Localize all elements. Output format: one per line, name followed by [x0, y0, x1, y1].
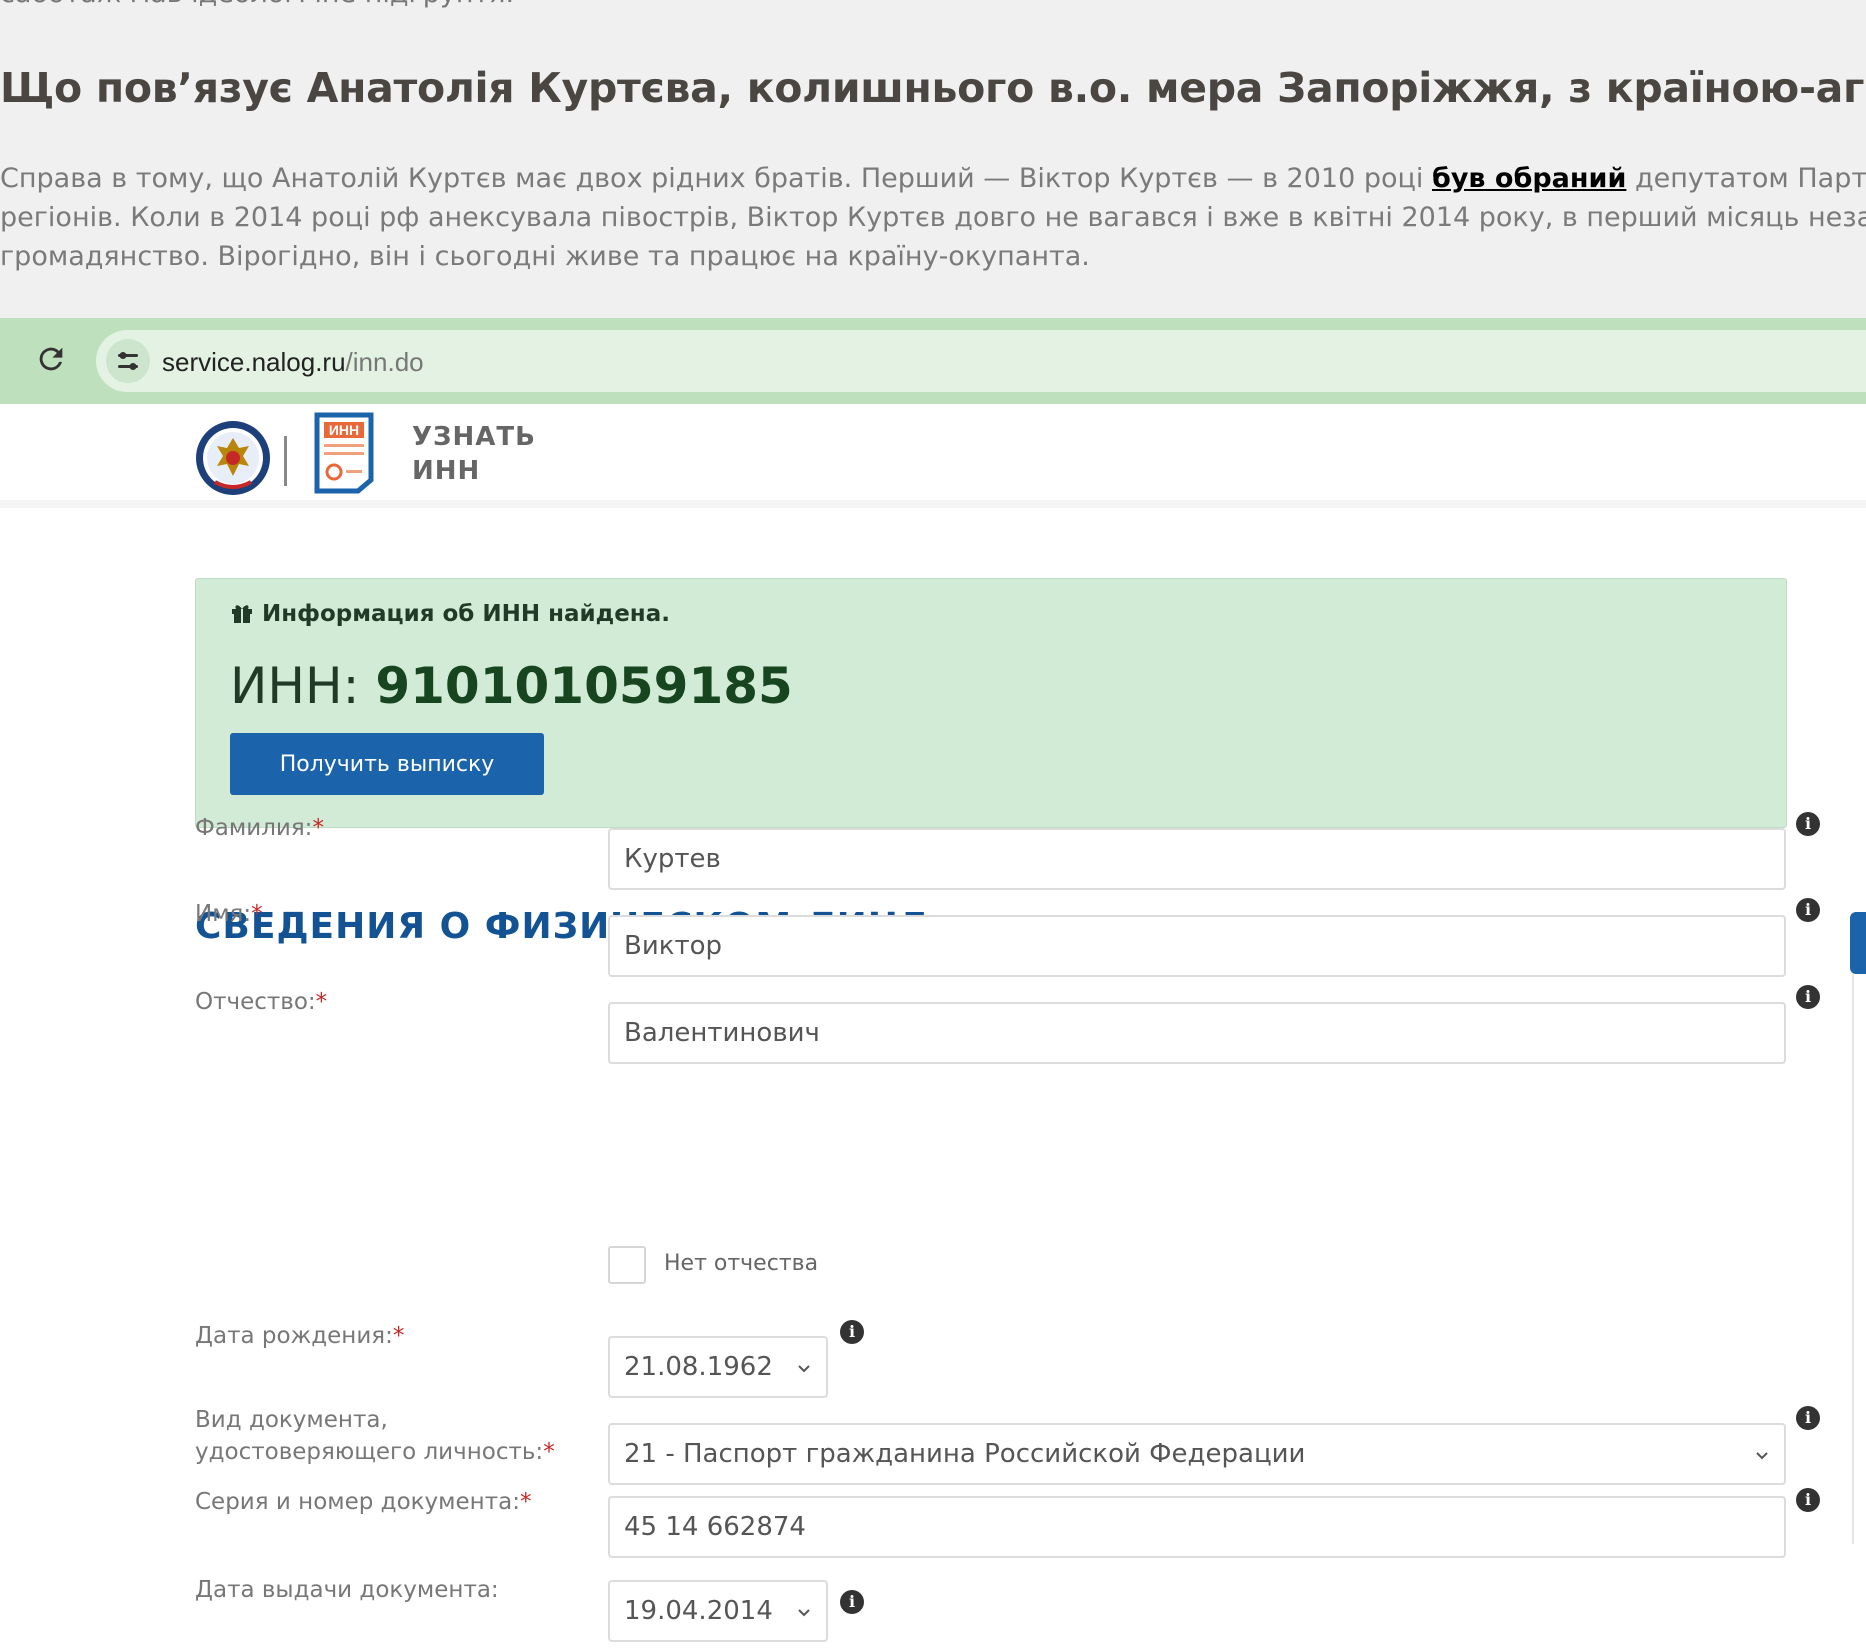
article-paragraph-line-1: Справа в тому, що Анатолій Куртєв має дв…: [0, 159, 1866, 199]
para-text: депутатом Партії: [1626, 163, 1866, 194]
label-text: Имя:: [195, 901, 252, 927]
required-mark: *: [312, 815, 324, 841]
doc-number-info-icon[interactable]: i: [1796, 1488, 1820, 1512]
name-info-icon[interactable]: i: [1796, 898, 1820, 922]
brand-line-1: УЗНАТЬ: [412, 422, 536, 452]
label-line-1: Вид документа,: [195, 1407, 388, 1433]
no-patronymic-checkbox[interactable]: [608, 1246, 646, 1284]
required-mark: *: [543, 1439, 555, 1465]
doc-type-select[interactable]: 21 - Паспорт гражданина Российской Федер…: [608, 1423, 1786, 1485]
inn-logo-graphic: ИНН: [314, 412, 374, 494]
patronymic-field[interactable]: Валентинович: [608, 1002, 1786, 1064]
article-paragraph-line-3: громадянство. Вірогідно, він і сьогодні …: [0, 241, 1090, 272]
browser-toolbar: service.nalog.ru/inn.do: [0, 318, 1866, 404]
birth-date-label: Дата рождения:*: [195, 1320, 404, 1352]
gift-icon: [232, 605, 252, 623]
article-paragraph-line-2: регіонів. Коли в 2014 році рф анексувала…: [0, 202, 1866, 233]
label-text: Отчество:: [195, 989, 316, 1015]
url-text: service.nalog.ru/inn.do: [162, 347, 424, 378]
label-text: Серия и номер документа:: [195, 1489, 520, 1515]
issue-date-info-icon[interactable]: i: [840, 1590, 864, 1614]
chevron-down-icon: [798, 1609, 810, 1617]
patronymic-label: Отчество:*: [195, 986, 327, 1018]
doc-number-field[interactable]: 45 14 662874: [608, 1496, 1786, 1558]
article-heading: Що пов’язує Анатолія Куртєва, колишнього…: [0, 64, 1866, 112]
patronymic-info-icon[interactable]: i: [1796, 985, 1820, 1009]
emblem-icon: [196, 421, 270, 495]
para-text: Справа в тому, що Анатолій Куртєв має дв…: [0, 163, 1432, 194]
issue-date-select[interactable]: 19.04.2014: [608, 1580, 828, 1642]
issue-date-value: 19.04.2014: [624, 1596, 773, 1626]
name-field[interactable]: Виктор: [608, 915, 1786, 977]
birth-date-info-icon[interactable]: i: [840, 1320, 864, 1344]
inn-label: ИНН:: [230, 657, 376, 715]
get-extract-button[interactable]: Получить выписку: [230, 733, 544, 795]
surname-info-icon[interactable]: i: [1796, 812, 1820, 836]
doc-type-info-icon[interactable]: i: [1796, 1406, 1820, 1430]
doc-type-label: Вид документа, удостоверяющего личность:…: [195, 1404, 555, 1468]
side-border: [1852, 974, 1854, 1544]
doc-number-label: Серия и номер документа:*: [195, 1486, 531, 1518]
required-mark: *: [251, 901, 263, 927]
address-bar[interactable]: service.nalog.ru/inn.do: [96, 330, 1866, 392]
no-patronymic-label[interactable]: Нет отчества: [664, 1251, 818, 1276]
label-line-2: удостоверяющего личность:*: [195, 1436, 555, 1468]
inn-logo-icon: ИНН: [314, 412, 374, 494]
birth-date-value: 21.08.1962: [624, 1352, 773, 1382]
elected-link[interactable]: був обраний: [1432, 163, 1626, 194]
label-text: Фамилия:: [195, 815, 313, 841]
required-mark: *: [315, 989, 328, 1015]
required-mark: *: [392, 1323, 405, 1349]
tune-icon[interactable]: [106, 339, 150, 383]
side-tab[interactable]: [1850, 912, 1866, 974]
article-cut-line: саботаж мав ідеологічне підґрунтя.: [0, 0, 514, 9]
inn-found-panel: Информация об ИНН найдена. ИНН: 91010105…: [195, 578, 1787, 828]
label-text: Дата рождения:: [195, 1323, 393, 1349]
name-label: Имя:*: [195, 898, 263, 930]
url-path: /inn.do: [345, 347, 424, 377]
reload-icon[interactable]: [34, 342, 68, 376]
surname-label: Фамилия:*: [195, 812, 324, 844]
inn-number: 910101059185: [375, 657, 793, 715]
site-brand: УЗНАТЬ ИНН: [412, 420, 536, 488]
brand-line-2: ИНН: [412, 456, 481, 486]
required-mark: *: [519, 1489, 532, 1515]
found-text: Информация об ИНН найдена.: [262, 601, 670, 627]
embedded-screenshot: service.nalog.ru/inn.do ИНН УЗНАТЬ ИНН И…: [0, 318, 1866, 1650]
inn-found-message: Информация об ИНН найдена.: [230, 601, 670, 627]
header-divider: [284, 436, 287, 486]
inn-logo-text: ИНН: [329, 422, 359, 438]
doc-type-value: 21 - Паспорт гражданина Российской Федер…: [624, 1439, 1306, 1469]
surname-field[interactable]: Куртев: [608, 828, 1786, 890]
site-header: ИНН УЗНАТЬ ИНН: [0, 404, 1866, 508]
article: саботаж мав ідеологічне підґрунтя. Що по…: [0, 0, 1866, 318]
inn-value: ИНН: 910101059185: [230, 657, 793, 715]
chevron-down-icon: [1756, 1452, 1768, 1460]
issue-date-label: Дата выдачи документа:: [195, 1577, 499, 1603]
url-host: service.nalog.ru: [162, 347, 346, 377]
birth-date-select[interactable]: 21.08.1962: [608, 1336, 828, 1398]
chevron-down-icon: [798, 1365, 810, 1373]
label-text: удостоверяющего личность:: [195, 1439, 544, 1465]
